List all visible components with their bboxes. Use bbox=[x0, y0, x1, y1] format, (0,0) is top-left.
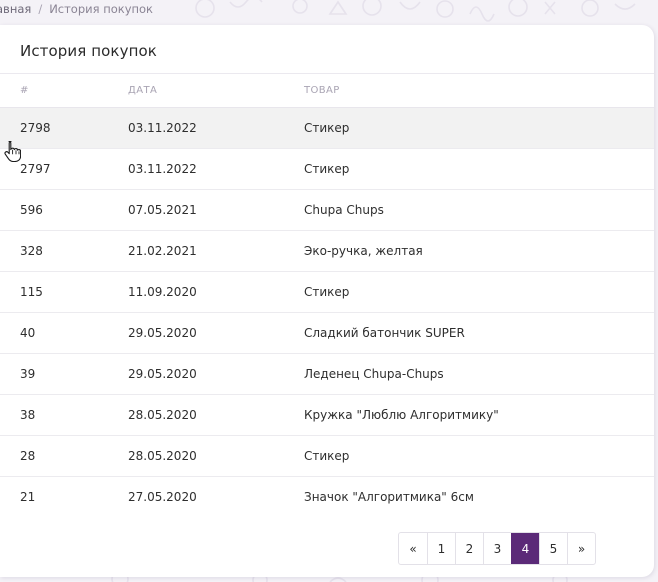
row-item: Chupa Chups bbox=[304, 189, 654, 231]
row-number: 21 bbox=[20, 490, 36, 504]
row-date: 03.11.2022 bbox=[128, 148, 304, 190]
purchase-history-card: История покупок # ДАТА ТОВАР 2798 03.11.… bbox=[0, 25, 654, 577]
row-date: 07.05.2021 bbox=[128, 189, 304, 231]
table-row[interactable]: 38 28.05.2020 Кружка "Люблю Алгоритмику" bbox=[0, 394, 654, 436]
pagination-page-4[interactable]: 4 bbox=[511, 533, 539, 564]
table-row[interactable]: 21 27.05.2020 Значок "Алгоритмика" 6см bbox=[0, 477, 654, 518]
row-date: 29.05.2020 bbox=[128, 312, 304, 354]
purchase-history-table: # ДАТА ТОВАР 2798 03.11.2022 Стикер 2797… bbox=[0, 74, 654, 517]
row-item: Стикер bbox=[304, 107, 654, 149]
row-number: 28 bbox=[0, 435, 128, 477]
column-header-item: ТОВАР bbox=[304, 74, 654, 108]
row-date: 28.05.2020 bbox=[128, 394, 304, 436]
row-item: Стикер bbox=[304, 148, 654, 190]
breadcrumb-home-link[interactable]: авная bbox=[0, 2, 31, 16]
column-header-date: ДАТА bbox=[128, 74, 304, 108]
table-header-row: # ДАТА ТОВАР bbox=[0, 74, 654, 108]
table-row[interactable]: 40 29.05.2020 Сладкий батончик SUPER bbox=[0, 312, 654, 354]
row-item: Леденец Chupa-Chups bbox=[304, 353, 654, 395]
row-date: 21.02.2021 bbox=[128, 230, 304, 272]
column-header-number: # bbox=[0, 74, 128, 108]
table-row[interactable]: 28 28.05.2020 Стикер bbox=[0, 435, 654, 477]
row-number: 38 bbox=[0, 394, 128, 436]
hand-pointer-icon bbox=[4, 140, 21, 162]
pagination-page-5[interactable]: 5 bbox=[539, 533, 567, 564]
row-date: 03.11.2022 bbox=[128, 107, 304, 149]
row-number: 328 bbox=[0, 230, 128, 272]
row-date: 27.05.2020 bbox=[128, 490, 197, 504]
card-title: История покупок bbox=[20, 42, 157, 60]
table-row[interactable]: 115 11.09.2020 Стикер bbox=[0, 271, 654, 313]
table-row[interactable]: 2797 03.11.2022 Стикер bbox=[0, 148, 654, 190]
row-item: Стикер bbox=[304, 271, 654, 313]
row-item: Кружка "Люблю Алгоритмику" bbox=[304, 394, 654, 436]
breadcrumb: авная / История покупок bbox=[0, 0, 153, 18]
row-number: 596 bbox=[0, 189, 128, 231]
table-row[interactable]: 2798 03.11.2022 Стикер bbox=[0, 107, 654, 149]
pagination-page-3[interactable]: 3 bbox=[483, 533, 511, 564]
row-item: Значок "Алгоритмика" 6см bbox=[304, 490, 474, 504]
breadcrumb-current: История покупок bbox=[49, 2, 154, 16]
table-row[interactable]: 328 21.02.2021 Эко-ручка, желтая bbox=[0, 230, 654, 272]
table-row[interactable]: 39 29.05.2020 Леденец Chupa-Chups bbox=[0, 353, 654, 395]
pagination-prev-button[interactable]: « bbox=[399, 533, 427, 564]
pagination: « 1 2 3 4 5 » bbox=[398, 532, 596, 565]
pagination-next-button[interactable]: » bbox=[567, 533, 595, 564]
pagination-page-1[interactable]: 1 bbox=[427, 533, 455, 564]
row-number: 40 bbox=[0, 312, 128, 354]
row-item: Сладкий батончик SUPER bbox=[304, 312, 654, 354]
row-number: 39 bbox=[0, 353, 128, 395]
row-item: Эко-ручка, желтая bbox=[304, 230, 654, 272]
row-number: 115 bbox=[0, 271, 128, 313]
pagination-page-2[interactable]: 2 bbox=[455, 533, 483, 564]
row-date: 29.05.2020 bbox=[128, 353, 304, 395]
table-row[interactable]: 596 07.05.2021 Chupa Chups bbox=[0, 189, 654, 231]
row-date: 28.05.2020 bbox=[128, 435, 304, 477]
row-item: Стикер bbox=[304, 435, 654, 477]
breadcrumb-separator: / bbox=[38, 2, 43, 16]
row-date: 11.09.2020 bbox=[128, 271, 304, 313]
